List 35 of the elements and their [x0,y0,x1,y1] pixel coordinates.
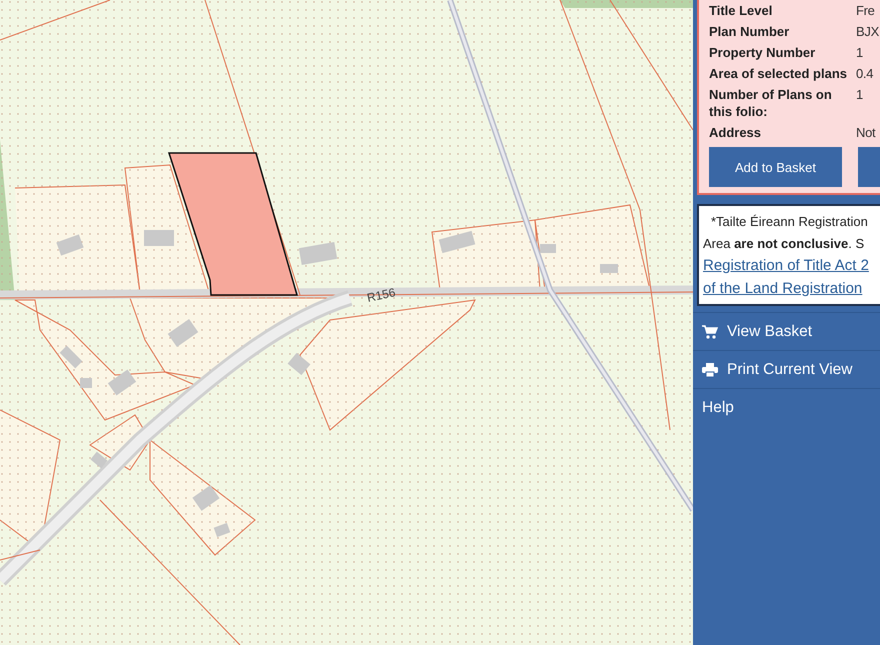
selected-parcel[interactable] [168,152,298,296]
cart-icon [702,324,718,338]
building-shape [288,352,310,376]
menu-item[interactable]: Help [693,388,880,426]
menu-item[interactable]: View Basket [693,312,880,350]
notice-link[interactable]: of the Land Registration [703,278,880,300]
notice-link[interactable]: Registration of Title Act 2 [703,255,880,277]
building-shape [298,242,338,265]
property-label: Number of Plans on this folio: [709,86,833,121]
building-shape [56,234,84,256]
building-shape [108,369,136,396]
property-value: 1 [856,44,864,62]
notice-text: Area are not conclusive. S [703,235,866,253]
building-shape [214,522,230,538]
building-shape [144,230,174,246]
property-value: BJX [856,23,880,41]
property-label: Plan Number [709,23,790,41]
property-value: Fre [856,2,876,20]
property-value: 0.4 [856,65,874,83]
property-label: Property Number [709,44,816,62]
building-shape [90,452,108,468]
printer-icon [702,362,718,376]
menu-item[interactable]: Print Current View [693,350,880,388]
property-label: Area of selected plans [709,65,848,83]
property-value: 1 [856,86,864,104]
add-to-basket-button[interactable]: Add to Basket [709,147,842,187]
building-shape [80,378,92,388]
property-value: Not [856,124,876,142]
building-shape [600,264,618,273]
road-label: R156 [366,285,397,305]
building-shape [438,230,476,254]
property-label: Address [709,124,762,142]
building-shape [540,244,556,253]
notice-text: *Tailte Éireann Registration [710,213,869,231]
property-label: Title Level [709,2,774,20]
